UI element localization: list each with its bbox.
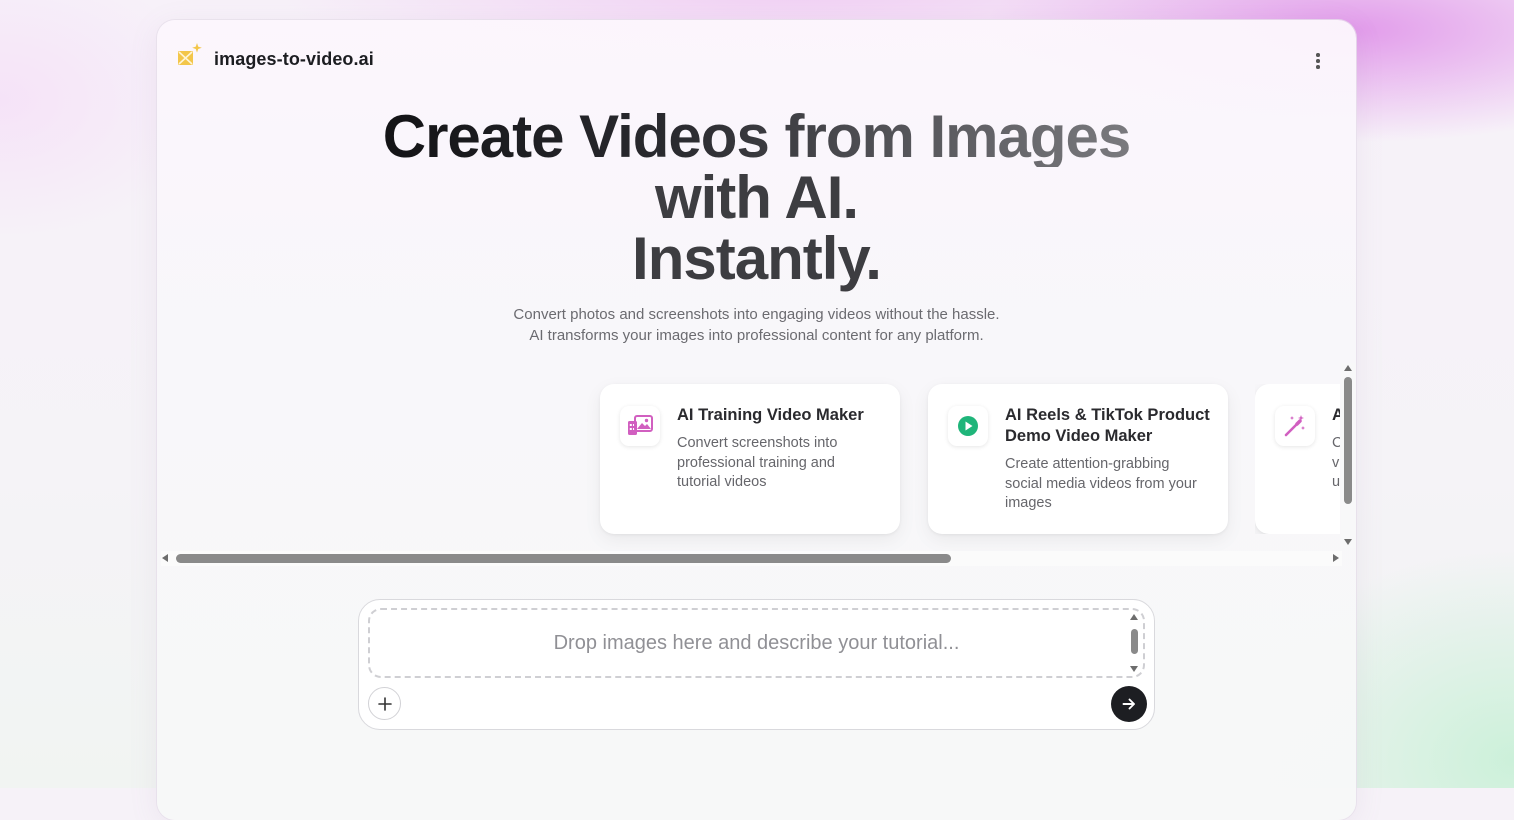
card-title: A (1332, 406, 1340, 424)
scroll-up-arrow-icon[interactable] (1344, 365, 1352, 371)
sparkle-image-icon (178, 43, 202, 65)
scroll-right-arrow-icon[interactable] (1333, 554, 1339, 562)
scroll-up-arrow-icon[interactable] (1130, 614, 1138, 620)
brand-name[interactable]: images-to-video.ai (214, 49, 374, 70)
feature-card-partial[interactable]: A C v u (1255, 384, 1340, 534)
send-button[interactable] (1111, 686, 1147, 722)
scrollbar-thumb[interactable] (176, 554, 951, 563)
card-description: Create attention-grabbing social media v… (1005, 456, 1197, 511)
feature-card-clip: A C v u (1255, 384, 1340, 534)
arrow-right-icon (1122, 698, 1135, 710)
training-video-icon (620, 406, 660, 446)
card-title: AI Training Video Maker (677, 406, 864, 424)
scroll-down-arrow-icon[interactable] (1344, 539, 1352, 545)
more-vertical-icon[interactable] (1305, 48, 1331, 74)
carousel-vertical-scrollbar[interactable] (1341, 363, 1356, 548)
hero-section: Create Videos from Images with AI. Insta… (157, 106, 1356, 346)
magic-wand-icon (1275, 406, 1315, 446)
hero-subtitle-line-1: Convert photos and screenshots into enga… (513, 306, 1000, 323)
add-attachment-button[interactable] (368, 687, 401, 720)
prompt-scrollbar[interactable] (1128, 610, 1141, 676)
prompt-input-placeholder[interactable]: Drop images here and describe your tutor… (554, 632, 960, 655)
hero-title: Create Videos from Images with AI. Insta… (157, 106, 1356, 289)
scrollbar-thumb[interactable] (1131, 629, 1138, 654)
card-description: Convert screenshots into professional tr… (677, 435, 838, 490)
hero-title-line-2: with AI. (654, 164, 859, 231)
carousel-horizontal-scrollbar[interactable] (161, 551, 1342, 566)
play-circle-icon (948, 406, 988, 446)
feature-card-training[interactable]: AI Training Video Maker Convert screensh… (600, 384, 900, 534)
image-drop-zone[interactable]: Drop images here and describe your tutor… (368, 608, 1145, 678)
hero-subtitle: Convert photos and screenshots into enga… (157, 304, 1356, 346)
feature-carousel[interactable]: AI Training Video Maker Convert screensh… (157, 363, 1356, 573)
feature-card-reels[interactable]: AI Reels & TikTok Product Demo Video Mak… (928, 384, 1228, 534)
main-panel: images-to-video.ai Create Videos from Im… (157, 20, 1356, 820)
hero-title-line-1: Create Videos from Images (382, 103, 1132, 170)
card-description: C v u (1332, 435, 1340, 490)
scroll-down-arrow-icon[interactable] (1130, 666, 1138, 672)
prompt-composer: Drop images here and describe your tutor… (358, 599, 1155, 730)
hero-subtitle-line-2: AI transforms your images into professio… (529, 327, 984, 344)
plus-icon (377, 696, 392, 711)
card-title: AI Reels & TikTok Product Demo Video Mak… (1005, 406, 1210, 445)
scrollbar-thumb[interactable] (1344, 377, 1352, 504)
hero-title-line-3: Instantly. (632, 225, 882, 292)
scroll-left-arrow-icon[interactable] (162, 554, 168, 562)
